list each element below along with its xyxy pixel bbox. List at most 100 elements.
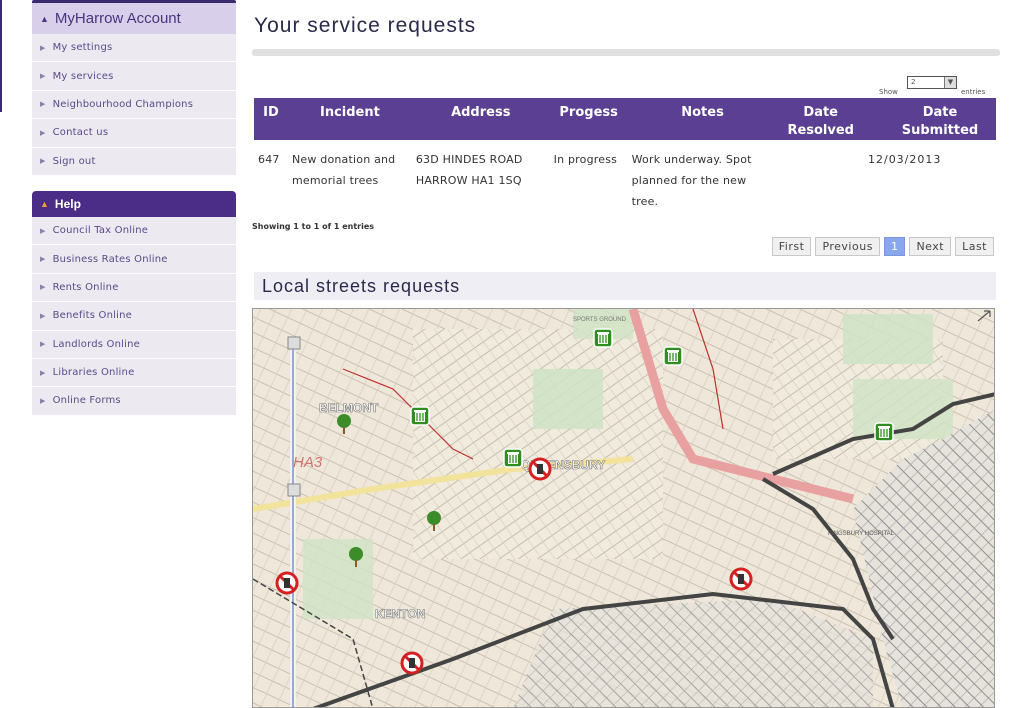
sidebar-item-online-forms[interactable]: ▶ Online Forms bbox=[32, 387, 236, 416]
cell-progress: In progress bbox=[553, 153, 618, 166]
column-header-incident[interactable]: Incident bbox=[287, 98, 412, 140]
arrow-right-icon: ▶ bbox=[40, 157, 46, 166]
sidebar-item-label: Neighbourhood Champions bbox=[52, 98, 194, 110]
no-entry-marker-icon[interactable] bbox=[528, 457, 552, 481]
local-streets-header: Local streets requests bbox=[254, 272, 996, 300]
column-header-address[interactable]: Address bbox=[411, 98, 550, 140]
edge-strip bbox=[0, 0, 2, 112]
tree-marker-icon[interactable] bbox=[347, 546, 365, 568]
arrow-right-icon: ▶ bbox=[40, 283, 46, 292]
map-canvas: BELMONT QUEENSBURY KENTON HA3 SPORTS GRO… bbox=[253, 309, 994, 707]
title-divider bbox=[252, 49, 1000, 56]
sidebar-item-council-tax-online[interactable]: ▶ Council Tax Online bbox=[32, 216, 236, 246]
map-zoom-out-button[interactable] bbox=[287, 483, 301, 497]
triangle-up-icon: ▲ bbox=[40, 198, 49, 209]
showing-entries-info: Showing 1 to 1 of 1 entries bbox=[252, 222, 375, 231]
cell-address: 63D HINDES ROAD HARROW HA1 1SQ bbox=[415, 153, 523, 187]
arrow-right-icon: ▶ bbox=[40, 43, 46, 52]
local-streets-map[interactable]: BELMONT QUEENSBURY KENTON HA3 SPORTS GRO… bbox=[252, 308, 995, 708]
bin-marker-icon[interactable] bbox=[502, 447, 524, 469]
arrow-right-icon: ▶ bbox=[40, 128, 46, 137]
cell-id: 647 bbox=[258, 153, 280, 166]
map-label-ha3: HA3 bbox=[293, 454, 323, 471]
tree-marker-icon[interactable] bbox=[425, 510, 443, 532]
entries-select[interactable]: 2 ▼ bbox=[907, 76, 957, 89]
sidebar-item-business-rates-online[interactable]: ▶ Business Rates Online bbox=[32, 245, 236, 274]
no-entry-marker-icon[interactable] bbox=[729, 567, 753, 591]
sidebar-item-my-settings[interactable]: ▶ My settings bbox=[32, 34, 236, 63]
service-requests-table: ID Incident Address Progess Notes Date R… bbox=[254, 98, 996, 212]
entries-select-value: 2 bbox=[911, 78, 916, 86]
page-title: Your service requests bbox=[254, 14, 477, 37]
sidebar-item-label: Benefits Online bbox=[52, 310, 132, 322]
map-zoom-in-button[interactable] bbox=[287, 336, 301, 350]
sidebar-item-label: Contact us bbox=[52, 127, 109, 139]
column-header-progress[interactable]: Progess bbox=[549, 98, 628, 140]
sidebar-item-label: My services bbox=[52, 70, 114, 82]
map-park bbox=[843, 314, 933, 364]
help-nav-list: ▶ Council Tax Online ▶ Business Rates Onli… bbox=[32, 216, 236, 416]
last-page-button[interactable]: Last bbox=[955, 237, 994, 256]
bin-marker-icon[interactable] bbox=[662, 345, 684, 367]
sidebar-item-rents-online[interactable]: ▶ Rents Online bbox=[32, 273, 236, 303]
column-header-id[interactable]: ID bbox=[254, 98, 288, 140]
arrow-right-icon: ▶ bbox=[40, 340, 46, 349]
sidebar-item-neighbourhood-champions[interactable]: ▶ Neighbourhood Champions bbox=[32, 90, 236, 120]
show-entries-control: Show 2 ▼ entries bbox=[879, 76, 999, 98]
bin-marker-icon[interactable] bbox=[409, 405, 431, 427]
bin-marker-icon[interactable] bbox=[873, 421, 895, 443]
cell-date-resolved bbox=[777, 140, 864, 212]
sidebar-item-label: Libraries Online bbox=[52, 367, 135, 379]
sidebar-item-label: Landlords Online bbox=[52, 338, 141, 350]
sidebar-item-label: Rents Online bbox=[52, 281, 119, 293]
column-header-notes[interactable]: Notes bbox=[627, 98, 778, 140]
table-header-row: ID Incident Address Progess Notes Date R… bbox=[254, 98, 996, 140]
sidebar-item-label: Business Rates Online bbox=[52, 253, 168, 265]
help-section-title: Help bbox=[54, 196, 81, 211]
arrow-right-icon: ▶ bbox=[40, 396, 46, 405]
sidebar-item-label: Council Tax Online bbox=[52, 225, 149, 237]
sidebar: ▲ MyHarrow Account ▶ My settings ▶ My serv… bbox=[32, 0, 236, 416]
sidebar-item-label: My settings bbox=[52, 42, 113, 54]
cell-incident: New donation and memorial trees bbox=[291, 153, 396, 187]
next-page-button[interactable]: Next bbox=[909, 237, 952, 256]
sidebar-item-contact-us[interactable]: ▶ Contact us bbox=[32, 119, 236, 148]
map-label-kingsbury-hospital: KINGSBURY HOSPITAL bbox=[828, 531, 895, 537]
arrow-right-icon: ▶ bbox=[40, 255, 46, 264]
sidebar-item-label: Online Forms bbox=[52, 395, 121, 407]
help-section-header[interactable]: ▲ Help bbox=[32, 190, 236, 217]
show-label: Show bbox=[879, 88, 898, 96]
account-nav-list: ▶ My settings ▶ My services ▶ Neighbourhood… bbox=[32, 34, 236, 176]
cell-date-submitted: 12/03/2013 bbox=[867, 153, 942, 166]
sidebar-item-landlords-online[interactable]: ▶ Landlords Online bbox=[32, 330, 236, 359]
column-header-date-resolved[interactable]: Date Resolved bbox=[777, 98, 864, 140]
cell-notes: Work underway. Spot planned for the new … bbox=[631, 153, 752, 208]
arrow-right-icon: ▶ bbox=[40, 368, 46, 377]
map-streets-area bbox=[413, 329, 663, 559]
page-1-button[interactable]: 1 bbox=[883, 237, 906, 256]
entries-label: entries bbox=[961, 88, 986, 96]
sidebar-item-my-services[interactable]: ▶ My services bbox=[32, 62, 236, 91]
arrow-right-icon: ▶ bbox=[40, 311, 46, 320]
no-entry-marker-icon[interactable] bbox=[275, 571, 299, 595]
map-park bbox=[533, 369, 603, 429]
bin-marker-icon[interactable] bbox=[592, 327, 614, 349]
first-page-button[interactable]: First bbox=[771, 237, 812, 256]
sidebar-item-libraries-online[interactable]: ▶ Libraries Online bbox=[32, 358, 236, 388]
sidebar-item-sign-out[interactable]: ▶ Sign out bbox=[32, 147, 236, 176]
tree-marker-icon[interactable] bbox=[335, 413, 353, 435]
local-streets-title: Local streets requests bbox=[262, 276, 461, 296]
map-label-sports-ground: SPORTS GROUND bbox=[573, 317, 627, 323]
account-section-title: MyHarrow Account bbox=[54, 10, 181, 27]
table-row[interactable]: 647 New donation and memorial trees 63D … bbox=[254, 140, 996, 212]
account-section-header[interactable]: ▲ MyHarrow Account bbox=[32, 0, 236, 34]
chevron-down-icon[interactable]: ▼ bbox=[944, 77, 956, 88]
pagination: First Previous 1 Next Last bbox=[771, 237, 994, 256]
arrow-right-icon: ▶ bbox=[40, 226, 46, 235]
no-entry-marker-icon[interactable] bbox=[400, 651, 424, 675]
column-header-date-submitted[interactable]: Date Submitted bbox=[863, 98, 996, 140]
previous-page-button[interactable]: Previous bbox=[815, 237, 880, 256]
sidebar-item-benefits-online[interactable]: ▶ Benefits Online bbox=[32, 302, 236, 331]
map-label-kenton: KENTON bbox=[375, 607, 425, 621]
